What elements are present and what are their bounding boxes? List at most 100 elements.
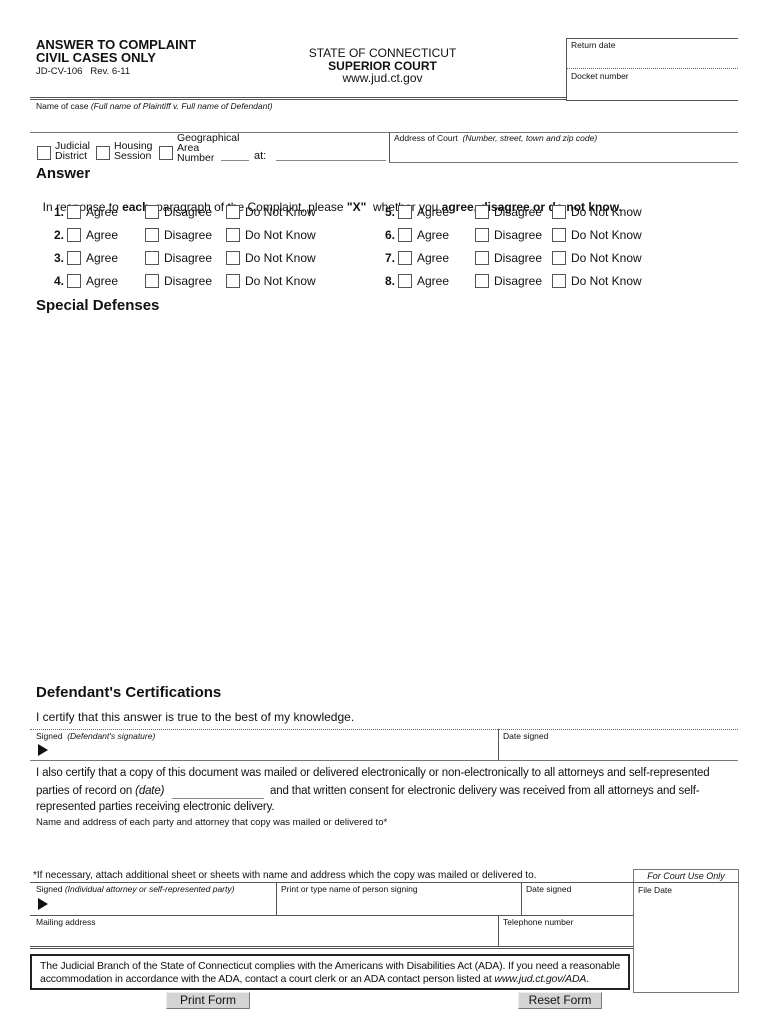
- disagree-checkbox[interactable]: [145, 274, 159, 288]
- disagree-checkbox[interactable]: [475, 274, 489, 288]
- footnote: *If necessary, attach additional sheet o…: [33, 870, 537, 881]
- court-website: www.jud.ct.gov: [342, 71, 423, 85]
- copy-certification-line2-cont: and that written consent for electronic …: [270, 785, 700, 797]
- attorney-signature-field[interactable]: [52, 896, 272, 913]
- answer-row: 2. Agree Disagree Do Not Know 6. Agree D…: [53, 228, 642, 242]
- disagree-checkbox[interactable]: [145, 205, 159, 219]
- do-not-know-checkbox[interactable]: [226, 274, 240, 288]
- date-signed2-label: Date signed: [526, 884, 572, 894]
- divider: [30, 729, 738, 730]
- do-not-know-checkbox[interactable]: [552, 274, 566, 288]
- name-address-label: Name and address of each party and attor…: [36, 817, 388, 828]
- do-not-know-checkbox[interactable]: [552, 205, 566, 219]
- divider: [566, 100, 738, 101]
- divider: [389, 162, 738, 163]
- divider: [498, 729, 499, 760]
- disagree-checkbox[interactable]: [475, 251, 489, 265]
- docket-number-label: Docket number: [571, 71, 629, 81]
- agree-checkbox[interactable]: [398, 274, 412, 288]
- print-form-button[interactable]: Print Form: [166, 992, 250, 1009]
- defendant-signature-field[interactable]: [52, 742, 492, 759]
- copy-certification-line2: parties of record on (date): [36, 785, 165, 797]
- divider: [633, 882, 739, 883]
- special-defenses-textarea[interactable]: [34, 318, 738, 678]
- date-signed2-input[interactable]: [524, 896, 632, 913]
- at-label: at:: [254, 150, 267, 162]
- agree-checkbox[interactable]: [67, 274, 81, 288]
- agree-checkbox[interactable]: [67, 205, 81, 219]
- disagree-checkbox[interactable]: [145, 251, 159, 265]
- ada-link[interactable]: www.jud.ct.gov/ADA: [494, 973, 586, 985]
- do-not-know-checkbox[interactable]: [552, 228, 566, 242]
- certifications-heading: Defendant's Certifications: [36, 684, 222, 701]
- copy-certification-line3: represented parties receiving electronic…: [36, 801, 275, 813]
- divider: [276, 882, 277, 915]
- divider: [30, 132, 738, 133]
- agree-checkbox[interactable]: [398, 205, 412, 219]
- do-not-know-checkbox[interactable]: [226, 205, 240, 219]
- divider: [566, 38, 567, 100]
- divider: [30, 948, 633, 949]
- file-date-label: File Date: [638, 885, 673, 895]
- disagree-checkbox[interactable]: [475, 228, 489, 242]
- court-address-label: Address of Court (Number, street, town a…: [394, 133, 598, 143]
- court-location-input[interactable]: [276, 149, 386, 161]
- answer-row: 1. Agree Disagree Do Not Know 5. Agree D…: [53, 205, 642, 219]
- judicial-district-label: Judicial District: [55, 140, 91, 162]
- divider: [30, 882, 633, 883]
- signed-label: Signed (Defendant's signature): [36, 731, 156, 741]
- case-name-input[interactable]: [34, 112, 734, 130]
- signed-hint: (Defendant's signature): [67, 731, 156, 741]
- print-name-input[interactable]: [279, 896, 519, 913]
- judicial-district-checkbox[interactable]: [37, 146, 51, 160]
- divider: [498, 915, 499, 947]
- housing-session-checkbox[interactable]: [96, 146, 110, 160]
- sign-here-arrow-icon: [38, 744, 48, 756]
- name-address-textarea[interactable]: [34, 830, 734, 866]
- ga-number-input[interactable]: [221, 149, 249, 161]
- answer-row: 3. Agree Disagree Do Not Know 7. Agree D…: [53, 251, 642, 265]
- disagree-checkbox[interactable]: [145, 228, 159, 242]
- return-date-label: Return date: [571, 40, 616, 50]
- case-name-label-text: Name of case: [36, 101, 89, 111]
- date-signed-input[interactable]: [501, 742, 736, 759]
- form-title-line2: CIVIL CASES ONLY: [36, 50, 156, 65]
- agree-checkbox[interactable]: [398, 228, 412, 242]
- case-name-hint: (Full name of Plaintiff v. Full name of …: [90, 101, 273, 111]
- divider: [30, 99, 566, 100]
- telephone-input[interactable]: [501, 928, 631, 945]
- divider: [521, 882, 522, 915]
- copy-certification-line1: I also certify that a copy of this docum…: [36, 767, 710, 779]
- special-defenses-heading: Special Defenses: [36, 297, 160, 314]
- court-address-input[interactable]: [392, 144, 736, 161]
- reset-form-button[interactable]: Reset Form: [518, 992, 602, 1009]
- court-use-heading: For Court Use Only: [647, 871, 725, 881]
- print-name-label: Print or type name of person signing: [281, 884, 418, 894]
- housing-session-label: Housing Session: [114, 140, 153, 162]
- ada-notice-line2: accommodation in accordance with the ADA…: [40, 973, 590, 985]
- ada-notice: The Judicial Branch of the State of Conn…: [30, 954, 630, 990]
- court-address-hint: (Number, street, town and zip code): [462, 133, 598, 143]
- return-date-input[interactable]: [568, 50, 736, 67]
- telephone-label: Telephone number: [503, 917, 574, 927]
- docket-number-input[interactable]: [568, 81, 736, 98]
- divider: [30, 760, 738, 761]
- case-name-label: Name of case (Full name of Plaintiff v. …: [36, 101, 273, 111]
- agree-checkbox[interactable]: [67, 251, 81, 265]
- delivery-date-input[interactable]: [172, 784, 264, 799]
- do-not-know-checkbox[interactable]: [226, 251, 240, 265]
- agree-checkbox[interactable]: [398, 251, 412, 265]
- mailing-address-input[interactable]: [34, 928, 494, 945]
- divider: [566, 68, 738, 69]
- agree-checkbox[interactable]: [67, 228, 81, 242]
- do-not-know-checkbox[interactable]: [226, 228, 240, 242]
- divider: [566, 38, 738, 39]
- court-header: STATE OF CONNECTICUT SUPERIOR COURT www.…: [300, 47, 465, 85]
- divider: [30, 97, 566, 98]
- disagree-checkbox[interactable]: [475, 205, 489, 219]
- ada-notice-line1: The Judicial Branch of the State of Conn…: [40, 960, 621, 972]
- geographical-area-checkbox[interactable]: [159, 146, 173, 160]
- do-not-know-checkbox[interactable]: [552, 251, 566, 265]
- divider: [389, 132, 390, 163]
- answer-heading: Answer: [36, 165, 91, 182]
